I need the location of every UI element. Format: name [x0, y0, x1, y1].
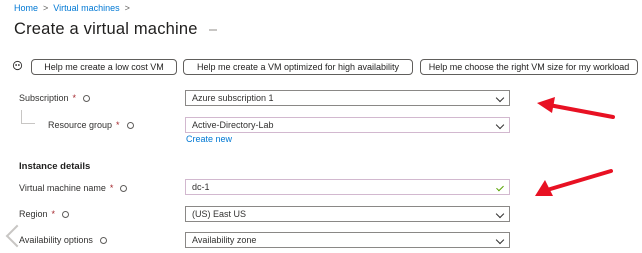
breadcrumb-separator: >: [124, 3, 130, 13]
subscription-select[interactable]: Azure subscription 1: [185, 90, 510, 106]
annotation-arrow-icon: [537, 97, 615, 119]
assistant-icon: [12, 60, 23, 71]
region-label: Region *: [19, 209, 70, 219]
chevron-down-icon: [495, 209, 505, 219]
page-title: Create a virtual machine: [14, 20, 198, 38]
resource-group-select[interactable]: Active-Directory-Lab: [185, 117, 510, 133]
required-marker: *: [51, 209, 56, 219]
breadcrumb: Home > Virtual machines >: [14, 3, 130, 13]
annotation-arrow-icon: [535, 169, 613, 196]
info-icon[interactable]: [83, 94, 91, 102]
help-high-availability-vm-button[interactable]: Help me create a VM optimized for high a…: [183, 59, 413, 75]
chevron-down-icon: [495, 120, 505, 130]
chevron-down-icon: [495, 93, 505, 103]
breadcrumb-virtual-machines-link[interactable]: Virtual machines: [53, 3, 119, 13]
info-icon[interactable]: [126, 121, 134, 129]
instance-details-heading: Instance details: [19, 161, 91, 172]
required-marker: *: [72, 93, 77, 103]
info-icon[interactable]: [62, 210, 70, 218]
pin-icon[interactable]: [209, 29, 217, 31]
breadcrumb-home-link[interactable]: Home: [14, 3, 38, 13]
resource-group-label: Resource group *: [48, 120, 134, 130]
tree-connector: [21, 110, 22, 124]
create-new-resource-group-link[interactable]: Create new: [186, 134, 232, 144]
checkmark-icon: [496, 183, 504, 192]
chevron-down-icon: [495, 235, 505, 245]
info-icon[interactable]: [99, 236, 107, 244]
tree-connector: [21, 123, 35, 124]
availability-options-label: Availability options: [19, 235, 107, 245]
availability-options-select[interactable]: Availability zone: [185, 232, 510, 248]
region-select[interactable]: (US) East US: [185, 206, 510, 222]
vm-name-input[interactable]: dc-1: [185, 179, 510, 195]
vm-name-label: Virtual machine name *: [19, 183, 128, 193]
help-vm-size-button[interactable]: Help me choose the right VM size for my …: [420, 59, 638, 75]
info-icon[interactable]: [120, 184, 128, 192]
help-low-cost-vm-button[interactable]: Help me create a low cost VM: [31, 59, 177, 75]
required-marker: *: [116, 120, 120, 130]
subscription-label: Subscription *: [19, 93, 91, 103]
required-marker: *: [109, 183, 114, 193]
breadcrumb-separator: >: [43, 3, 49, 13]
